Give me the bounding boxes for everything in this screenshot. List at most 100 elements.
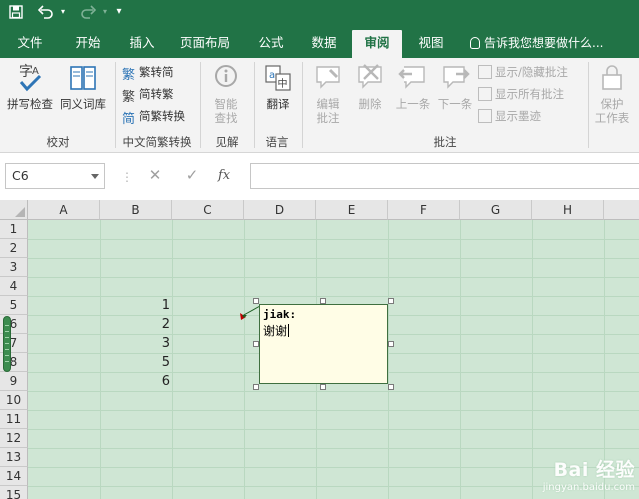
row-header-3[interactable]: 3: [0, 258, 28, 277]
convert-label: 简繁转换: [139, 109, 185, 123]
tab-formulas[interactable]: 公式: [248, 30, 294, 58]
show-all-comments-button[interactable]: 显示所有批注: [478, 84, 564, 104]
spelling-label: 拼写检查: [7, 97, 53, 111]
resize-handle-nw[interactable]: [253, 298, 259, 304]
column-header-c[interactable]: C: [172, 200, 244, 220]
tab-page-layout[interactable]: 页面布局: [172, 30, 238, 58]
cell-b5[interactable]: 1: [100, 298, 170, 313]
cancel-icon[interactable]: ✕: [144, 166, 166, 184]
row-header-12[interactable]: 12: [0, 429, 28, 448]
tab-file[interactable]: 文件: [8, 30, 52, 58]
row-header-1[interactable]: 1: [0, 220, 28, 239]
row-header-11[interactable]: 11: [0, 410, 28, 429]
select-all-button[interactable]: [0, 200, 28, 220]
previous-comment-icon: [398, 66, 425, 89]
svg-text:A: A: [32, 66, 39, 77]
insert-function-icon[interactable]: fx: [218, 168, 230, 183]
spelling-button[interactable]: 字A 拼写检查: [4, 62, 56, 111]
resize-handle-e[interactable]: [388, 341, 394, 347]
tab-insert[interactable]: 插入: [118, 30, 166, 58]
show-ink-button[interactable]: 显示墨迹: [478, 106, 541, 126]
column-header-a[interactable]: A: [28, 200, 100, 220]
undo-dropdown-icon[interactable]: ▾: [58, 0, 68, 24]
row-header-9[interactable]: 9: [0, 372, 28, 391]
enter-icon[interactable]: ✓: [181, 166, 203, 184]
resize-handle-sw[interactable]: [253, 384, 259, 390]
title-bar: ▾ ▾ ▾: [0, 0, 639, 24]
edit-comment-label-2: 批注: [316, 111, 340, 125]
row-header-10[interactable]: 10: [0, 391, 28, 410]
tell-me-search[interactable]: 告诉我您想要做什么...: [470, 30, 603, 58]
group-divider: [588, 62, 589, 148]
thesaurus-label: 同义词库: [60, 97, 106, 111]
tab-data[interactable]: 数据: [300, 30, 348, 58]
show-hide-comment-button[interactable]: 显示/隐藏批注: [478, 62, 568, 82]
thesaurus-button[interactable]: 同义词库: [56, 62, 110, 111]
resize-handle-n[interactable]: [320, 298, 326, 304]
previous-comment-button[interactable]: 上一条: [392, 62, 434, 111]
name-box-value: C6: [12, 168, 29, 183]
delete-comment-button[interactable]: 删除: [350, 62, 390, 111]
scroll-thumb[interactable]: [3, 316, 11, 372]
row-header-14[interactable]: 14: [0, 467, 28, 486]
comment-text[interactable]: 谢谢: [263, 322, 290, 339]
row-header-5[interactable]: 5: [0, 296, 28, 315]
next-comment-label: 下一条: [437, 97, 473, 111]
column-header-i[interactable]: [604, 200, 639, 220]
column-header-e[interactable]: E: [316, 200, 388, 220]
row-header-2[interactable]: 2: [0, 239, 28, 258]
cell-b7[interactable]: 3: [100, 336, 170, 351]
column-header-d[interactable]: D: [244, 200, 316, 220]
resize-handle-s[interactable]: [320, 384, 326, 390]
next-comment-button[interactable]: 下一条: [434, 62, 476, 111]
customize-qat-icon[interactable]: ▾: [112, 0, 126, 24]
to-traditional-label: 繁转简: [139, 65, 174, 79]
column-header-f[interactable]: F: [388, 200, 460, 220]
edit-comment-icon: [316, 66, 340, 89]
chevron-down-icon[interactable]: [91, 174, 99, 179]
to-simplified-button[interactable]: 繁简转繁: [122, 84, 174, 105]
group-divider: [115, 62, 116, 148]
resize-handle-w[interactable]: [253, 341, 259, 347]
comment-box[interactable]: jiak: 谢谢: [259, 304, 388, 384]
lock-icon: [602, 65, 622, 90]
gridline: [532, 220, 533, 499]
resize-handle-ne[interactable]: [388, 298, 394, 304]
edit-comment-label-1: 编辑: [316, 97, 340, 111]
column-header-h[interactable]: H: [532, 200, 604, 220]
resize-handle-se[interactable]: [388, 384, 394, 390]
cell-b9[interactable]: 6: [100, 374, 170, 389]
column-header-b[interactable]: B: [100, 200, 172, 220]
smart-lookup-button[interactable]: 智能 查找: [206, 62, 246, 125]
protect-sheet-button[interactable]: 保护 工作表: [590, 62, 634, 125]
row-header-13[interactable]: 13: [0, 448, 28, 467]
text-cursor: [288, 324, 290, 337]
tab-home[interactable]: 开始: [64, 30, 112, 58]
comment-body[interactable]: 谢谢: [263, 324, 287, 338]
gridline: [244, 220, 245, 499]
redo-dropdown-icon: ▾: [102, 7, 107, 16]
translate-button[interactable]: a中 翻译: [258, 62, 298, 111]
protect-label-1: 保护: [600, 97, 624, 111]
column-header-g[interactable]: G: [460, 200, 532, 220]
to-traditional-button[interactable]: 繁繁转简: [122, 62, 174, 83]
row-header-4[interactable]: 4: [0, 277, 28, 296]
cell-b6[interactable]: 2: [100, 317, 170, 332]
smart-lookup-label-1: 智能: [214, 97, 238, 111]
row-header-15[interactable]: 15: [0, 486, 28, 499]
undo-icon[interactable]: [34, 0, 58, 24]
formula-input[interactable]: [250, 163, 639, 189]
delete-comment-label: 删除: [358, 97, 382, 111]
save-icon[interactable]: [6, 0, 26, 24]
cell-b8[interactable]: 5: [100, 355, 170, 370]
smart-lookup-label-2: 查找: [214, 111, 238, 125]
delete-comment-icon: [358, 64, 382, 89]
formula-bar-splitter[interactable]: ⋮: [121, 170, 133, 184]
tab-view[interactable]: 视图: [408, 30, 454, 58]
name-box[interactable]: C6: [5, 163, 105, 189]
show-all-comments-icon: [478, 87, 492, 101]
gridline: [28, 429, 639, 430]
edit-comment-button[interactable]: 编辑 批注: [308, 62, 348, 125]
convert-button[interactable]: 简简繁转换: [122, 106, 185, 127]
tab-review[interactable]: 审阅: [352, 30, 402, 58]
